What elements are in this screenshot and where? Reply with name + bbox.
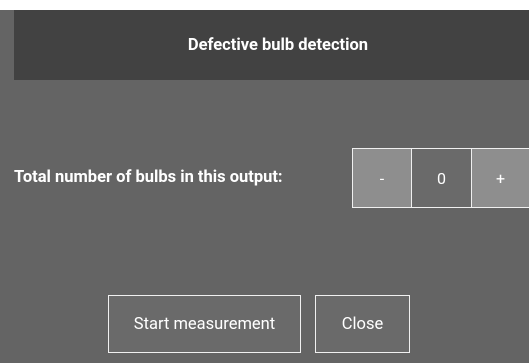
bulb-count-label: Total number of bulbs in this output: (14, 168, 283, 187)
bulb-count-row: Total number of bulbs in this output: - … (0, 148, 529, 208)
decrement-button[interactable]: - (352, 148, 412, 208)
close-button[interactable]: Close (315, 295, 410, 353)
dialog-title: Defective bulb detection (187, 35, 369, 55)
bulb-count-value: 0 (412, 148, 472, 208)
bulb-count-stepper: - 0 + (352, 148, 529, 208)
start-measurement-button[interactable]: Start measurement (108, 295, 301, 353)
dialog-title-bar: Defective bulb detection (14, 10, 529, 80)
increment-button[interactable]: + (472, 148, 529, 208)
defective-bulb-dialog: Defective bulb detection Total number of… (0, 10, 529, 363)
